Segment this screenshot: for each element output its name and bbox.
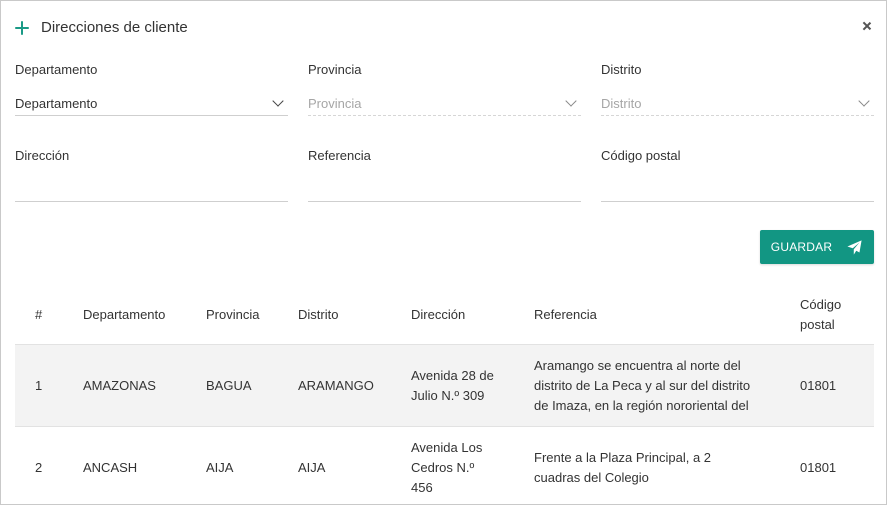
cell-referencia-text: Aramango se encuentra al norte del distr… [534,357,751,413]
column-header-number: # [35,306,43,322]
save-button[interactable]: GUARDAR [760,230,874,264]
departamento-select[interactable]: Departamento [15,90,288,116]
table-row[interactable]: 1 AMAZONAS BAGUA ARAMANGO Avenida 28 de … [15,344,874,427]
distrito-field: Distrito Distrito [601,62,874,116]
cell-departamento: ANCASH [83,426,206,504]
send-icon [847,239,862,255]
plus-icon [15,20,29,35]
column-header-provincia: Provincia [206,306,260,322]
column-header-referencia: Referencia [534,306,597,322]
direccion-input[interactable] [15,174,288,202]
cell-provincia: AIJA [206,426,298,504]
chevron-down-icon [272,94,284,107]
referencia-label: Referencia [308,148,371,163]
provincia-select-value: Provincia [308,96,362,111]
dialog-title: Direcciones de cliente [41,18,188,36]
cell-direccion-text: Avenida 28 de Julio N.º 309 [411,367,494,403]
dialog-header: Direcciones de cliente [15,15,188,39]
departamento-select-value: Departamento [15,96,98,111]
cell-number: 2 [15,426,83,504]
provincia-field: Provincia Provincia [308,62,581,116]
cell-codigo-postal: 01801 [800,426,874,504]
codigo-postal-field: Código postal [601,148,874,202]
cell-referencia: Aramango se encuentra al norte del distr… [534,344,800,427]
referencia-input[interactable] [308,174,581,202]
cell-departamento: AMAZONAS [83,344,206,427]
cell-provincia: BAGUA [206,344,298,427]
chevron-down-icon [858,94,870,107]
provincia-select[interactable]: Provincia [308,90,581,116]
referencia-field: Referencia [308,148,581,202]
chevron-down-icon [565,94,577,107]
cell-direccion: Avenida Los Cedros N.º 456 [411,426,534,504]
customer-addresses-dialog: Direcciones de cliente Departamento Depa… [0,0,887,505]
cell-codigo-postal: 01801 [800,344,874,427]
addresses-table: # Departamento Provincia Distrito Direcc… [15,285,874,504]
provincia-label: Provincia [308,62,362,77]
column-header-distrito: Distrito [298,306,339,322]
distrito-label: Distrito [601,62,642,77]
codigo-postal-input[interactable] [601,174,874,202]
table-header-row: # Departamento Provincia Distrito Direcc… [15,285,874,345]
column-header-codigo-postal: Código postal [800,285,874,345]
cell-distrito: ARAMANGO [298,344,411,427]
distrito-select[interactable]: Distrito [601,90,874,116]
table-header: # Departamento Provincia Distrito Direcc… [15,285,874,345]
cell-distrito: AIJA [298,426,411,504]
cell-referencia-text: Frente a la Plaza Principal, a 2 cuadras… [534,449,712,485]
column-header-codigo-postal-text: Código postal [800,296,842,332]
close-icon[interactable] [860,19,874,33]
cell-referencia: Frente a la Plaza Principal, a 2 cuadras… [534,426,800,504]
save-button-label: GUARDAR [770,240,833,254]
cell-direccion-text: Avenida Los Cedros N.º 456 [411,439,483,495]
direccion-label: Dirección [15,148,70,163]
departamento-field: Departamento Departamento [15,62,288,116]
codigo-postal-label: Código postal [601,148,681,163]
departamento-label: Departamento [15,62,98,77]
cell-number: 1 [15,344,83,427]
cell-direccion: Avenida 28 de Julio N.º 309 [411,344,534,427]
direccion-field: Dirección [15,148,288,202]
column-header-departamento: Departamento [83,306,166,322]
distrito-select-value: Distrito [601,96,642,111]
table-row[interactable]: 2 ANCASH AIJA AIJA Avenida Los Cedros N.… [15,426,874,504]
column-header-direccion: Dirección [411,306,466,322]
